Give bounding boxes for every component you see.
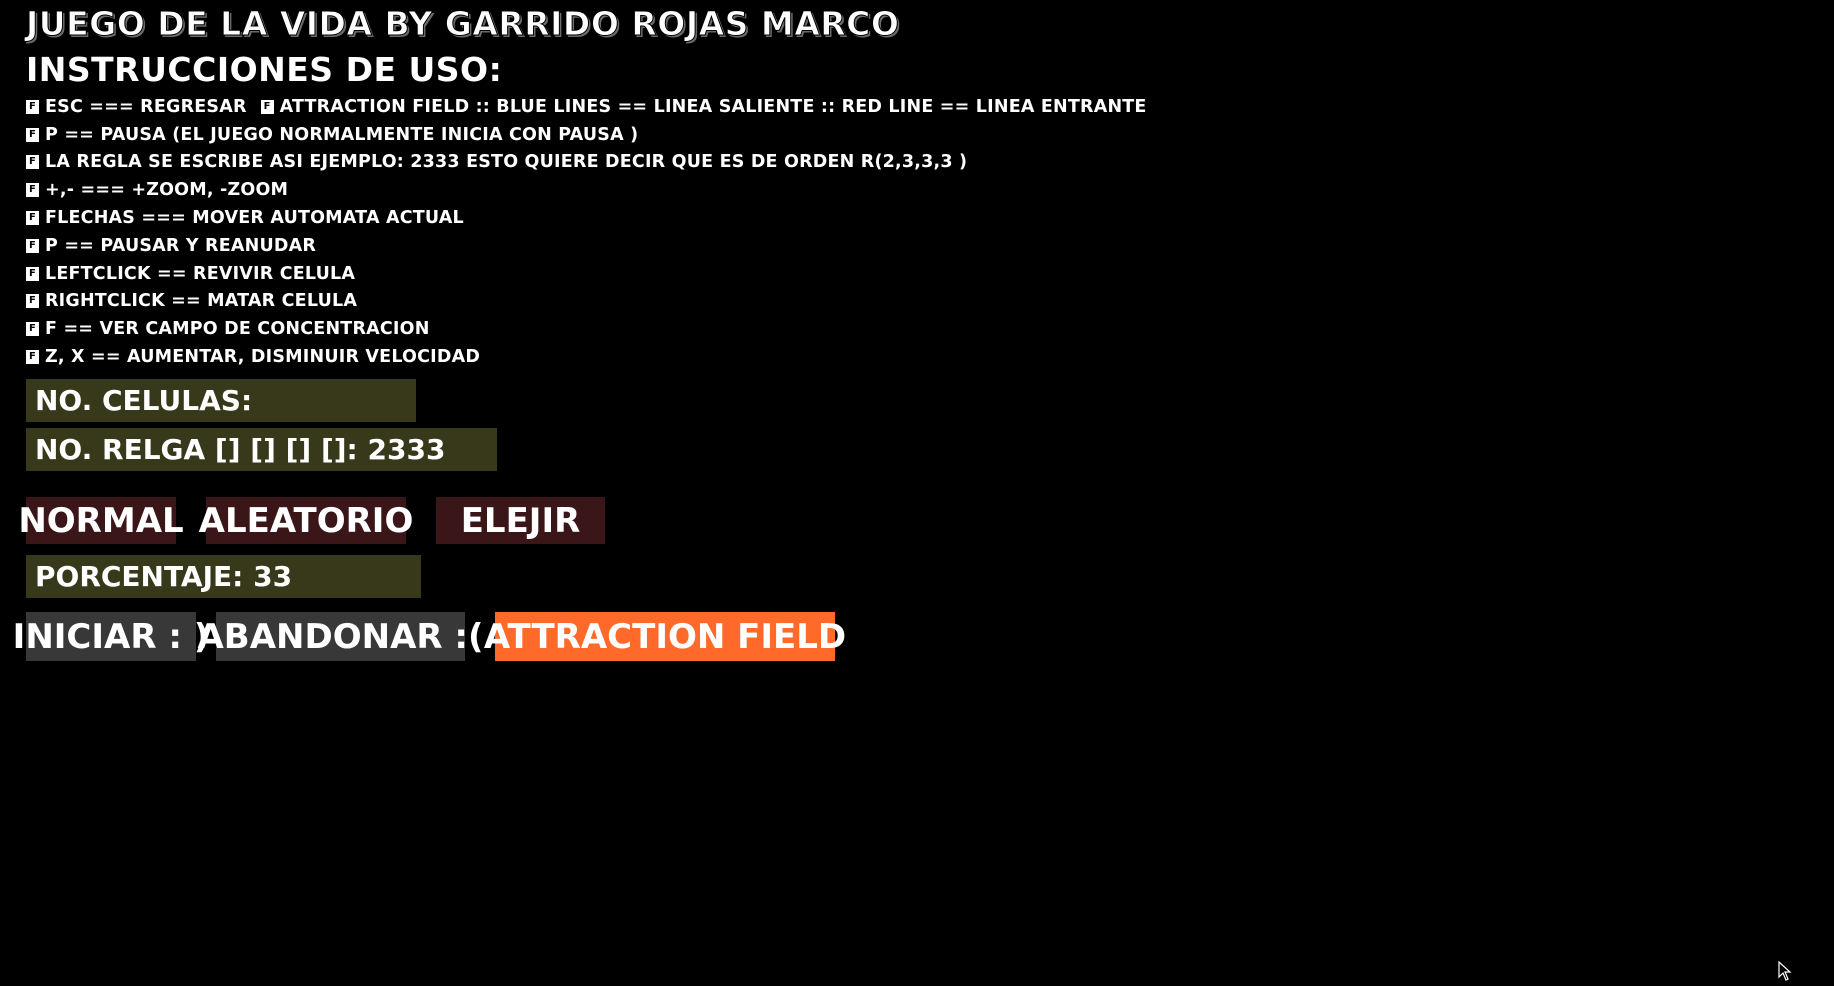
instruction-text: FLECHAS === MOVER AUTOMATA ACTUAL [45, 208, 464, 229]
quit-button[interactable]: ABANDONAR :( [197, 612, 484, 661]
bullet-icon: F [26, 350, 39, 365]
random-mode-button[interactable]: ALEATORIO [199, 497, 413, 544]
bullet-icon: F [26, 294, 39, 309]
instruction-item: F Z, X == AUMENTAR, DISMINUIR VELOCIDAD [26, 343, 1147, 371]
bullet-icon: F [26, 99, 39, 114]
bullet-icon: F [26, 183, 39, 198]
instruction-text: LEFTCLICK == REVIVIR CELULA [45, 263, 356, 284]
instruction-item: F P == PAUSAR Y REANUDAR [26, 232, 1147, 260]
choose-mode-button[interactable]: ELEJIR [436, 497, 605, 544]
instruction-text: F == VER CAMPO DE CONCENTRACION [45, 319, 430, 340]
instruction-item: F FLECHAS === MOVER AUTOMATA ACTUAL [26, 204, 1147, 232]
instruction-item: F F == VER CAMPO DE CONCENTRACION [26, 315, 1147, 343]
instructions-list: F ESC === REGRESAR F ATTRACTION FIELD ::… [26, 93, 1147, 371]
instruction-text: +,- === +ZOOM, -ZOOM [45, 180, 289, 201]
instruction-text: RIGHTCLICK == MATAR CELULA [45, 291, 358, 312]
mouse-pointer-icon [1778, 961, 1792, 981]
bullet-icon: F [260, 99, 274, 114]
rule-input[interactable]: NO. RELGA [] [] [] []: 2333 [26, 428, 497, 471]
instruction-text: P == PAUSA (EL JUEGO NORMALMENTE INICIA … [45, 124, 639, 145]
instruction-text: LA REGLA SE ESCRIBE ASI EJEMPLO: 2333 ES… [45, 152, 968, 173]
bullet-icon: F [26, 238, 39, 253]
instruction-text: Z, X == AUMENTAR, DISMINUIR VELOCIDAD [45, 347, 481, 368]
start-button[interactable]: INICIAR : ) [13, 612, 209, 661]
instruction-text: P == PAUSAR Y REANUDAR [45, 235, 317, 256]
instruction-text: ATTRACTION FIELD :: BLUE LINES == LINEA … [279, 96, 1147, 117]
instruction-item: F LA REGLA SE ESCRIBE ASI EJEMPLO: 2333 … [26, 149, 1147, 177]
bullet-icon: F [26, 127, 39, 142]
bullet-icon: F [26, 155, 39, 170]
attraction-field-button[interactable]: ATTRACTION FIELD [484, 612, 846, 661]
instructions-heading: INSTRUCCIONES DE USO: [26, 50, 503, 89]
instruction-item: F RIGHTCLICK == MATAR CELULA [26, 288, 1147, 316]
normal-mode-button[interactable]: NORMAL [18, 497, 184, 544]
bullet-icon: F [26, 211, 39, 226]
instruction-item: F +,- === +ZOOM, -ZOOM [26, 176, 1147, 204]
percentage-input[interactable]: PORCENTAJE: 33 [26, 555, 421, 598]
bullet-icon: F [26, 266, 39, 281]
instruction-item: F LEFTCLICK == REVIVIR CELULA [26, 260, 1147, 288]
instruction-item: F P == PAUSA (EL JUEGO NORMALMENTE INICI… [26, 121, 1147, 149]
cell-count-label: NO. CELULAS: [26, 379, 416, 422]
game-title: JUEGO DE LA VIDA BY GARRIDO ROJAS MARCO [25, 4, 900, 44]
instruction-item: F ESC === REGRESAR F ATTRACTION FIELD ::… [26, 93, 1147, 121]
bullet-icon: F [26, 322, 39, 337]
instruction-text: ESC === REGRESAR [45, 96, 247, 117]
